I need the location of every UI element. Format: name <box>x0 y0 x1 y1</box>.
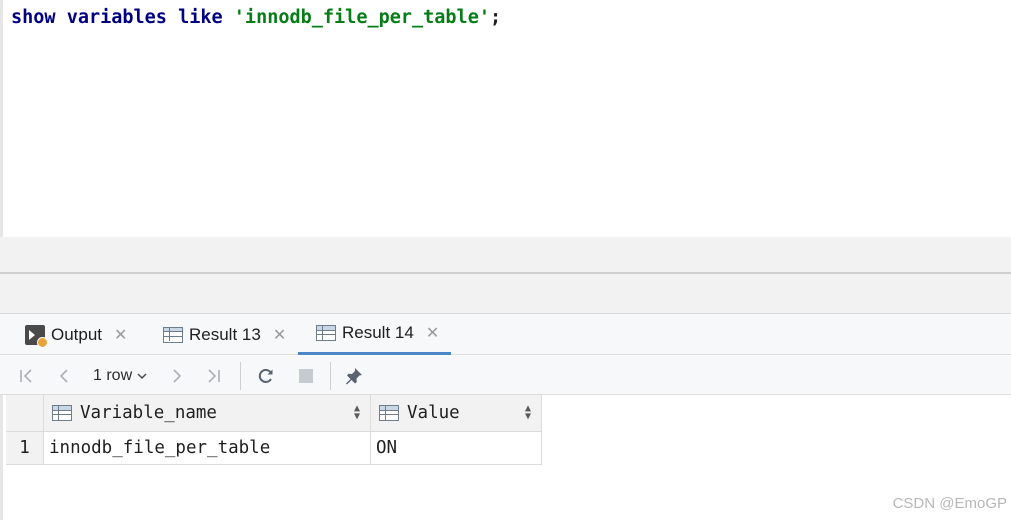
watermark: CSDN @EmoGP <box>892 495 1007 512</box>
pin-tab-button[interactable] <box>340 356 368 395</box>
row-count-selector[interactable]: 1 row <box>93 356 148 395</box>
close-icon[interactable]: ✕ <box>114 325 127 345</box>
close-icon[interactable]: ✕ <box>426 323 439 343</box>
tab-result-14-label: Result 14 <box>342 323 414 342</box>
last-page-button[interactable] <box>200 356 228 395</box>
pin-icon <box>346 367 362 384</box>
result-grid: Variable_name ▲ ▼ Value ▲ ▼ 1 innodb_file_… <box>0 395 1011 520</box>
result-toolbar: 1 row <box>0 356 1011 395</box>
sort-icon[interactable]: ▲ ▼ <box>525 404 531 422</box>
chevron-down-icon <box>137 372 147 379</box>
stop-icon <box>299 368 313 383</box>
table-icon <box>316 325 336 341</box>
row-number[interactable]: 1 <box>6 432 44 465</box>
services-header-bar <box>0 274 1011 314</box>
keyword-variables: variables <box>66 7 167 28</box>
toolbar-separator <box>240 362 241 390</box>
next-page-icon <box>173 368 182 383</box>
statement-terminator: ; <box>489 7 502 28</box>
table-cell-variable-name[interactable]: innodb_file_per_table <box>44 432 371 465</box>
console-output-icon <box>25 324 48 348</box>
refresh-icon <box>258 368 273 383</box>
tab-output-label: Output <box>51 324 103 344</box>
table-row[interactable]: 1 innodb_file_per_table ON <box>6 432 542 465</box>
row-count-label: 1 row <box>93 366 133 384</box>
previous-page-button[interactable] <box>50 356 78 395</box>
row-number-header[interactable] <box>6 395 44 432</box>
toolbar-separator <box>330 362 331 390</box>
refresh-button[interactable] <box>252 356 280 395</box>
tab-result-14[interactable]: Result 14 ✕ <box>298 314 451 355</box>
tab-output[interactable]: Output ✕ <box>25 314 135 355</box>
column-header-value[interactable]: Value ▲ ▼ <box>371 395 542 432</box>
keyword-like: like <box>178 7 223 28</box>
column-header-variable-name[interactable]: Variable_name ▲ ▼ <box>44 395 371 432</box>
previous-page-icon <box>59 368 68 383</box>
table-icon <box>163 326 183 343</box>
first-page-icon <box>20 368 32 383</box>
table-cell-value[interactable]: ON <box>371 432 542 465</box>
string-literal: 'innodb_file_per_table' <box>233 7 490 28</box>
next-page-button[interactable] <box>163 356 191 395</box>
editor-bottom-area <box>0 237 1011 273</box>
stop-button[interactable] <box>292 356 320 395</box>
column-icon <box>52 405 72 421</box>
first-page-button[interactable] <box>12 356 40 395</box>
tab-result-13-label: Result 13 <box>189 324 261 344</box>
keyword-show: show <box>11 7 56 28</box>
column-icon <box>379 405 399 421</box>
last-page-icon <box>208 368 220 383</box>
tab-result-13[interactable]: Result 13 ✕ <box>163 314 288 355</box>
sort-icon[interactable]: ▲ ▼ <box>354 404 360 422</box>
sql-editor[interactable]: show variables like 'innodb_file_per_tab… <box>0 0 1011 237</box>
close-icon[interactable]: ✕ <box>273 325 286 345</box>
grid-header-row: Variable_name ▲ ▼ Value ▲ ▼ <box>6 395 542 432</box>
column-header-label: Value <box>407 403 460 423</box>
column-header-label: Variable_name <box>80 403 217 423</box>
code-line[interactable]: show variables like 'innodb_file_per_tab… <box>11 7 501 28</box>
result-tab-bar: Output ✕ Result 13 ✕ Result 14 ✕ <box>0 314 1011 355</box>
